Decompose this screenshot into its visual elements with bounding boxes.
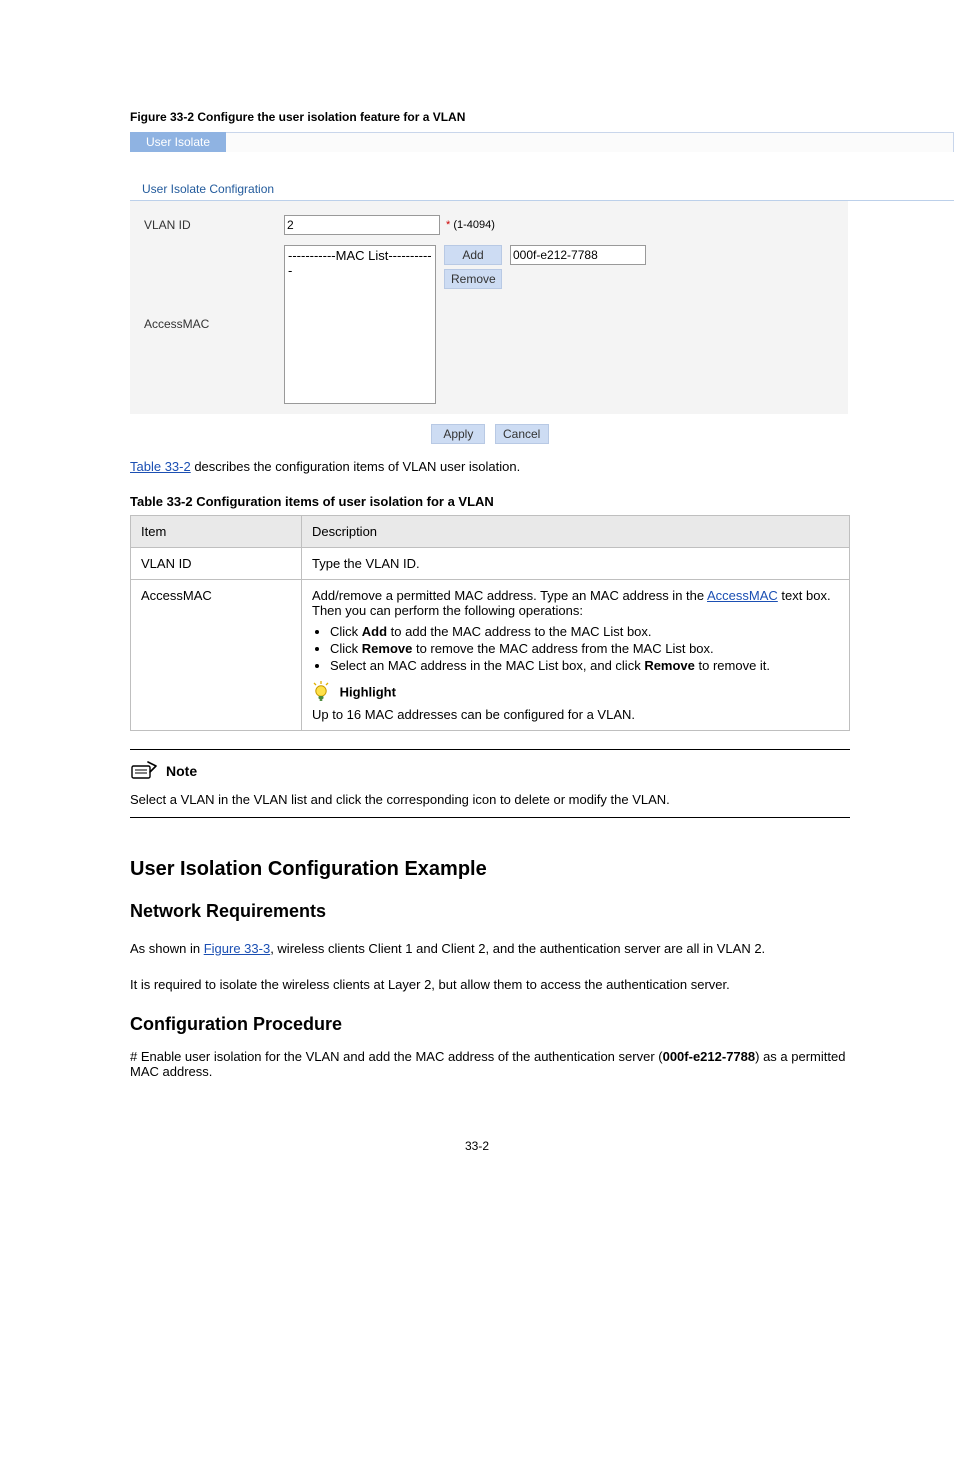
tab-spacer bbox=[226, 132, 954, 152]
table-ref-link[interactable]: Table 33-2 bbox=[130, 459, 191, 474]
cell-vlanid: VLAN ID bbox=[131, 547, 302, 579]
tab-row: User Isolate bbox=[130, 132, 954, 152]
note-icon bbox=[130, 760, 158, 782]
cancel-button[interactable]: Cancel bbox=[495, 424, 549, 444]
config-procedure-title: Configuration Procedure bbox=[130, 1014, 954, 1035]
highlight-text: Up to 16 MAC addresses can be configured… bbox=[312, 707, 839, 722]
list-item: Click Remove to remove the MAC address f… bbox=[330, 641, 839, 656]
section-title: User Isolation Configuration Example bbox=[130, 858, 954, 881]
config-panel: User Isolate Configration VLAN ID * (1-4… bbox=[130, 152, 954, 444]
form-body: VLAN ID * (1-4094) AccessMAC -----------… bbox=[130, 201, 848, 414]
config-table: Item Description VLAN ID Type the VLAN I… bbox=[130, 515, 850, 731]
network-requirements-title: Network Requirements bbox=[130, 901, 954, 922]
note-label: Note bbox=[166, 763, 197, 779]
remove-button[interactable]: Remove bbox=[444, 269, 502, 289]
list-item: Click Add to add the MAC address to the … bbox=[330, 624, 839, 639]
accessmac-label: AccessMAC bbox=[144, 245, 284, 331]
highlight-icon bbox=[312, 681, 330, 703]
vlan-id-input[interactable] bbox=[284, 215, 440, 235]
accessmac-link[interactable]: AccessMAC bbox=[707, 588, 778, 603]
highlight-block: Highlight bbox=[312, 681, 839, 703]
col-item: Item bbox=[131, 515, 302, 547]
col-description: Description bbox=[302, 515, 850, 547]
apply-button[interactable]: Apply bbox=[431, 424, 485, 444]
tab-user-isolate[interactable]: User Isolate bbox=[130, 132, 226, 152]
vlan-hint: * (1-4094) bbox=[446, 219, 495, 231]
form-title: User Isolate Configration bbox=[142, 182, 954, 196]
cell-accessmac: AccessMAC bbox=[131, 579, 302, 730]
page-number: 33-2 bbox=[0, 1139, 954, 1153]
vlan-id-label: VLAN ID bbox=[144, 218, 284, 232]
note-text: Select a VLAN in the VLAN list and click… bbox=[130, 792, 850, 807]
figure-ref-link[interactable]: Figure 33-3 bbox=[204, 941, 270, 956]
add-button[interactable]: Add bbox=[444, 245, 502, 265]
table-caption: Table 33-2 Configuration items of user i… bbox=[130, 494, 954, 509]
mac-list-placeholder: -----------MAC List----------- bbox=[285, 248, 435, 278]
mac-list-box[interactable]: -----------MAC List----------- bbox=[284, 245, 436, 404]
accessmac-input[interactable] bbox=[510, 245, 646, 265]
cell-accessmac-desc: Add/remove a permitted MAC address. Type… bbox=[302, 579, 850, 730]
config-step-1: # Enable user isolation for the VLAN and… bbox=[130, 1049, 850, 1079]
cell-vlanid-desc: Type the VLAN ID. bbox=[302, 547, 850, 579]
list-item: Select an MAC address in the MAC List bo… bbox=[330, 658, 839, 673]
table-row: AccessMAC Add/remove a permitted MAC add… bbox=[131, 579, 850, 730]
req-paragraph-2: It is required to isolate the wireless c… bbox=[130, 976, 850, 994]
text-after-figure: Table 33-2 describes the configuration i… bbox=[130, 458, 850, 476]
table-row: VLAN ID Type the VLAN ID. bbox=[131, 547, 850, 579]
req-paragraph-1: As shown in Figure 33-3, wireless client… bbox=[130, 940, 850, 958]
form-footer: Apply Cancel bbox=[130, 414, 850, 444]
note-block: Note Select a VLAN in the VLAN list and … bbox=[130, 749, 850, 818]
figure-caption: Figure 33-2 Configure the user isolation… bbox=[130, 110, 954, 124]
highlight-label: Highlight bbox=[340, 684, 396, 699]
